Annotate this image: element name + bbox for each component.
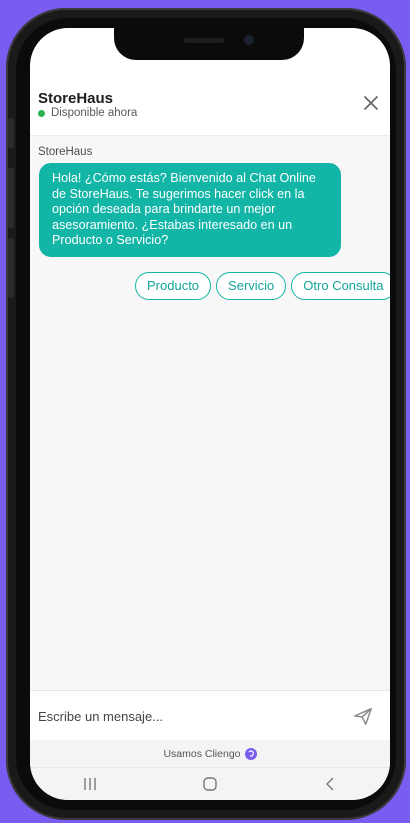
- mute-switch: [8, 118, 14, 148]
- send-icon[interactable]: [352, 705, 374, 727]
- chat-header: StoreHaus Disponible ahora: [30, 78, 390, 136]
- message-sender: StoreHaus: [38, 146, 93, 158]
- status-text: Disponible ahora: [51, 107, 138, 119]
- option-servicio-button[interactable]: Servicio: [216, 272, 287, 300]
- phone-screen: StoreHaus Disponible ahora StoreHaus Hol…: [30, 28, 390, 800]
- powered-by[interactable]: Usamos Cliengo: [30, 740, 390, 767]
- close-icon[interactable]: [360, 92, 382, 114]
- option-producto-button[interactable]: Producto: [135, 272, 212, 300]
- front-camera: [244, 35, 254, 45]
- chat-area[interactable]: StoreHaus Hola! ¿Cómo estás? Bienvenido …: [30, 136, 390, 690]
- home-icon[interactable]: [190, 772, 230, 796]
- back-icon[interactable]: [310, 772, 350, 796]
- recents-icon[interactable]: [70, 772, 110, 796]
- android-nav-bar: [30, 767, 390, 800]
- availability-status: Disponible ahora: [38, 107, 137, 119]
- quick-replies: Producto Servicio Otro Consulta: [135, 272, 390, 300]
- chat-title: StoreHaus: [38, 90, 114, 107]
- volume-down-button: [8, 238, 14, 298]
- option-otro-consulta-button[interactable]: Otro Consulta: [291, 272, 390, 300]
- bot-message-bubble: Hola! ¿Cómo estás? Bienvenido al Chat On…: [39, 163, 341, 257]
- online-indicator-icon: [38, 109, 45, 117]
- message-input[interactable]: [38, 705, 328, 727]
- speaker: [184, 38, 224, 43]
- cliengo-logo-icon: [244, 747, 257, 760]
- notch: [114, 28, 304, 60]
- powered-by-text: Usamos Cliengo: [163, 747, 241, 760]
- volume-up-button: [8, 168, 14, 228]
- message-composer: [30, 690, 390, 740]
